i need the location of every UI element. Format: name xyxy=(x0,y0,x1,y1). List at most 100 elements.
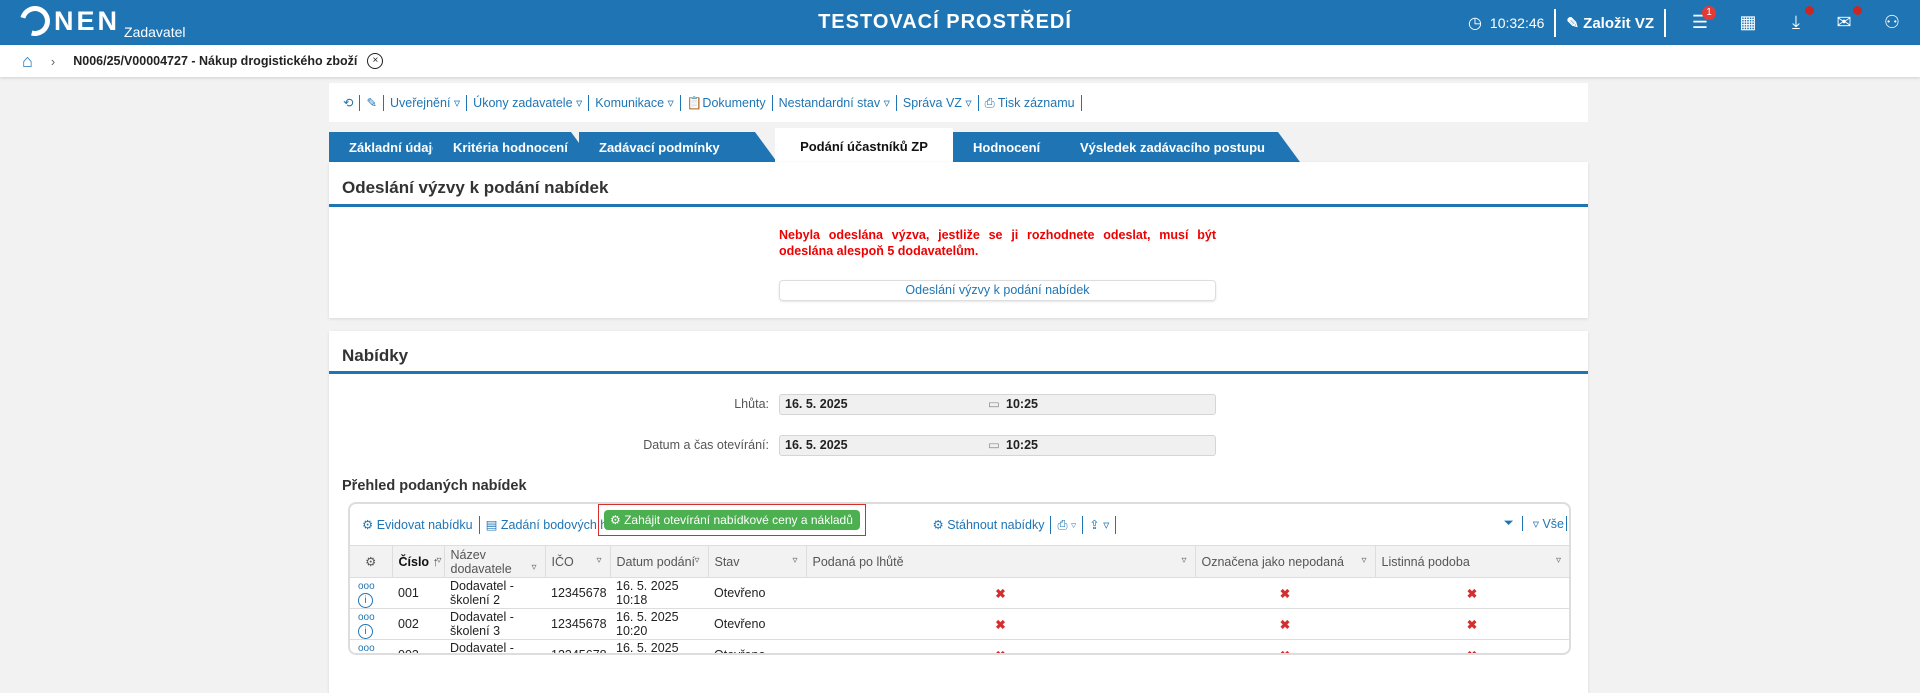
cell-number: 003 xyxy=(392,639,444,653)
cell-late-cross-icon: ✖ xyxy=(806,577,1195,609)
print-label: Tisk záznamu xyxy=(997,95,1075,110)
filter-arrow-icon[interactable]: ▿ xyxy=(436,555,441,566)
more-icon[interactable]: ooo xyxy=(358,612,375,623)
opening-label: Datum a čas otevírání: xyxy=(643,438,769,452)
column-header-state[interactable]: Stav ▿ xyxy=(708,545,807,578)
cell-number: 001 xyxy=(392,577,444,609)
register-offer-label: Evidovat nabídku xyxy=(376,517,473,532)
top-header: NEN Zadavatel TESTOVACÍ PROSTŘEDÍ ◷ 10:3… xyxy=(0,0,1920,45)
notification-dot xyxy=(1853,6,1862,15)
cell-paper-cross-icon: ✖ xyxy=(1375,639,1569,653)
column-label: Název dodavatele xyxy=(450,547,512,576)
deadline-label: Lhůta: xyxy=(734,397,769,411)
filter-icon[interactable]: ⏷ xyxy=(1504,516,1523,531)
filter-arrow-icon[interactable]: ▿ xyxy=(1361,555,1366,566)
cell-marked-cross-icon: ✖ xyxy=(1195,608,1375,640)
menu-vz-management[interactable]: Správa VZ ▿ xyxy=(897,94,979,111)
cell-number: 002 xyxy=(392,608,444,640)
open-offers-button[interactable]: ⚙ Zahájit otevírání nabídkové ceny a nák… xyxy=(604,510,860,530)
tab-result[interactable]: Výsledek zadávacího postupu xyxy=(1060,132,1300,162)
menu-print[interactable]: ⎙ Tisk záznamu xyxy=(979,94,1082,111)
cell-supplier-name: Dodavatel - školení 2 xyxy=(444,577,545,609)
column-header-date[interactable]: Datum podání ▿ xyxy=(610,545,709,578)
cell-state: Otevřeno xyxy=(708,608,806,640)
view-selector[interactable]: ▿ Vše xyxy=(1533,516,1567,531)
info-icon[interactable]: i xyxy=(358,624,373,639)
calendar-icon[interactable]: ▦ xyxy=(1724,12,1772,33)
gear-clipboard-icon: ⚙ xyxy=(362,517,377,532)
download-offers-button[interactable]: ⚙ Stáhnout nabídky xyxy=(927,515,1052,534)
more-icon[interactable]: ooo xyxy=(358,581,375,592)
cell-ico: 12345678 xyxy=(545,608,610,640)
refresh-icon[interactable]: ⟲ xyxy=(337,94,361,111)
cell-late-cross-icon: ✖ xyxy=(806,608,1195,640)
register-offer-button[interactable]: ⚙ Evidovat nabídku xyxy=(356,515,480,534)
filter-arrow-icon[interactable]: ▿ xyxy=(792,555,797,566)
notification-dot xyxy=(1805,6,1814,15)
opening-date: 16. 5. 2025 xyxy=(785,438,848,452)
divider xyxy=(1664,8,1666,37)
home-icon[interactable]: ⌂ xyxy=(22,51,33,72)
more-icon[interactable]: ooo xyxy=(358,643,375,653)
view-all-label: Vše xyxy=(1542,517,1564,531)
cell-supplier-name: Dodavatel - školení 3 xyxy=(444,608,545,640)
mail-icon[interactable]: ✉ xyxy=(1820,6,1868,33)
cell-marked-cross-icon: ✖ xyxy=(1195,639,1375,653)
user-icon[interactable]: ⚇ xyxy=(1868,12,1916,33)
breadcrumb-title[interactable]: N006/25/V00004727 - Nákup drogistického … xyxy=(73,54,357,68)
cell-submission-date: 16. 5. 2025 10:18 xyxy=(610,577,708,609)
menu-communication[interactable]: Komunikace ▿ xyxy=(589,94,681,111)
menu-documents[interactable]: 📋Dokumenty xyxy=(681,94,773,111)
download-icon[interactable]: ⤓ xyxy=(1772,6,1820,33)
breadcrumb: ⌂ › N006/25/V00004727 - Nákup drogistick… xyxy=(0,45,1920,77)
filter-arrow-icon[interactable]: ▿ xyxy=(1556,555,1561,566)
tab-criteria[interactable]: Kritéria hodnocení xyxy=(433,132,593,162)
filter-arrow-icon[interactable]: ▿ xyxy=(531,562,536,573)
column-header-ico[interactable]: IČO ▿ xyxy=(545,545,611,578)
divider xyxy=(329,371,1588,374)
create-vz-button[interactable]: ✎ Založit VZ xyxy=(1566,14,1654,32)
edit-icon: ✎ xyxy=(1566,14,1584,32)
filter-arrow-icon[interactable]: ▿ xyxy=(596,555,601,566)
column-label: Podaná po lhůtě xyxy=(812,554,904,569)
table-row[interactable]: ooo i 001 Dodavatel - školení 2 12345678… xyxy=(350,577,1569,609)
column-header-paper[interactable]: Listinná podoba ▿ xyxy=(1375,545,1569,578)
column-header-name[interactable]: Název dodavatele ▿ xyxy=(444,545,546,578)
deadline-field: 16. 5. 2025 ▭ 10:25 xyxy=(779,394,1216,415)
filter-arrow-icon[interactable]: ▿ xyxy=(694,555,699,566)
menu-icon[interactable]: ☰ 1 xyxy=(1676,6,1724,33)
edit-icon[interactable]: ✎ xyxy=(360,94,384,111)
table-header: ⚙ Číslo ↑ ▿ Název dodavatele ▿ IČO ▿ Datum … xyxy=(350,545,1569,578)
offers-grid: ⚙ Evidovat nabídku ▤ Zadání bodových hod… xyxy=(348,502,1571,655)
clipboard-icon: ▤ xyxy=(485,517,501,532)
menu-actions[interactable]: Úkony zadavatele ▿ xyxy=(467,94,590,111)
cell-submission-date: 16. 5. 2025 10:23 xyxy=(610,639,708,653)
opening-field: 16. 5. 2025 ▭ 10:25 xyxy=(779,435,1216,456)
column-header-number[interactable]: Číslo ↑ ▿ xyxy=(392,545,445,578)
divider xyxy=(329,204,1588,207)
column-label: IČO xyxy=(551,554,574,569)
column-settings-icon[interactable]: ⚙ xyxy=(350,545,393,578)
tab-submissions[interactable]: Podání účastníků ZP xyxy=(775,128,953,162)
info-icon[interactable]: i xyxy=(358,593,373,608)
chevron-right-icon: › xyxy=(50,53,56,69)
column-header-late[interactable]: Podaná po lhůtě ▿ xyxy=(806,545,1196,578)
clock-icon: ◷ xyxy=(1467,14,1482,32)
send-invitation-button[interactable]: Odeslání výzvy k podání nabídek xyxy=(779,280,1216,301)
export-dropdown[interactable]: ⇪ ▿ xyxy=(1083,515,1117,534)
tab-conditions[interactable]: Zadávací podmínky xyxy=(579,132,777,162)
cell-state: Otevřeno xyxy=(708,639,806,653)
menu-nonstandard-state[interactable]: Nestandardní stav ▿ xyxy=(773,94,897,111)
table-row[interactable]: ooo i 003 Dodavatel - školení 4 12345678… xyxy=(350,639,1569,653)
calendar-icon: ▭ xyxy=(988,397,1000,411)
close-icon[interactable]: × xyxy=(367,53,384,69)
menu-publication[interactable]: Uveřejnění ▿ xyxy=(384,94,468,111)
calendar-icon: ▭ xyxy=(988,438,1000,452)
printer-icon: ⎙ xyxy=(984,95,998,110)
table-row[interactable]: ooo i 002 Dodavatel - školení 3 12345678… xyxy=(350,608,1569,640)
filter-arrow-icon[interactable]: ▿ xyxy=(1181,555,1186,566)
print-dropdown[interactable]: ⎙ ▿ xyxy=(1051,515,1084,534)
column-header-marked[interactable]: Označena jako nepodaná ▿ xyxy=(1195,545,1376,578)
download-offers-label: Stáhnout nabídky xyxy=(947,517,1045,532)
cell-paper-cross-icon: ✖ xyxy=(1375,577,1569,609)
